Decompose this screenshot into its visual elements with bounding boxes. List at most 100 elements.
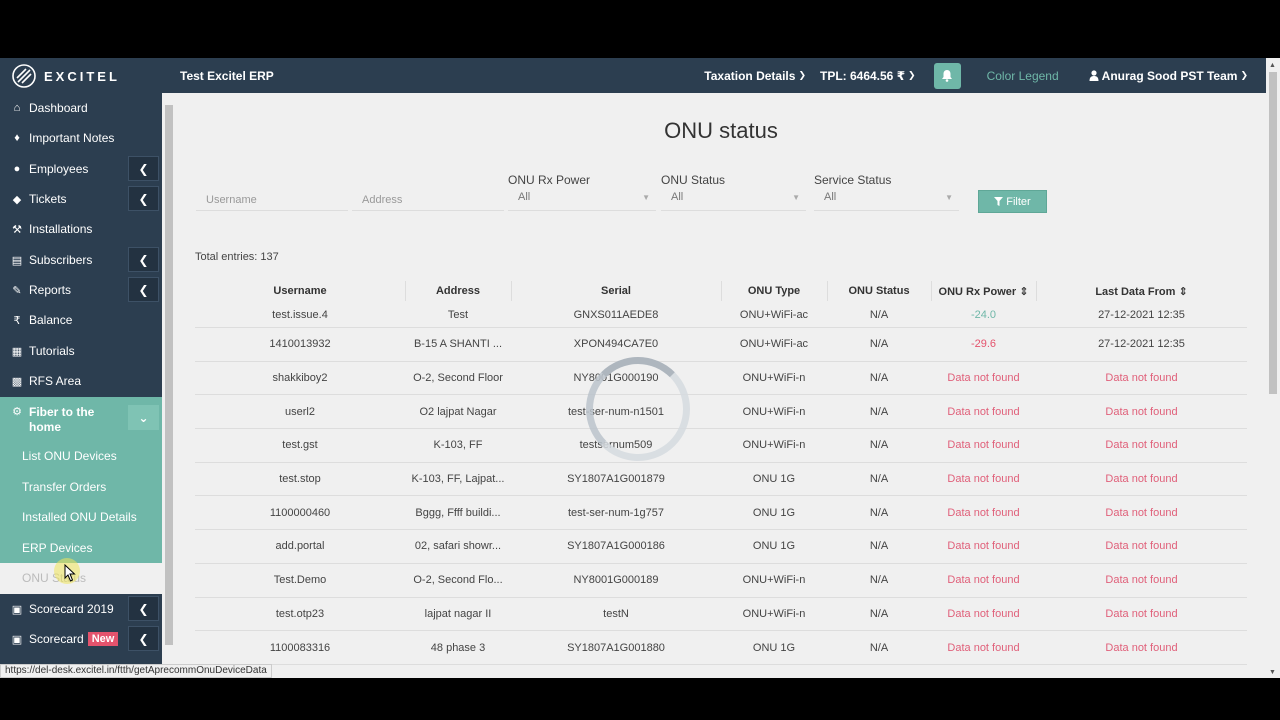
sidebar-item-important-notes[interactable]: ♦ Important Notes	[0, 123, 162, 153]
table-row[interactable]: shakkiboy2 O-2, Second Floor NY8001G000190…	[195, 362, 1247, 396]
sidebar-item-tutorials[interactable]: ▦ Tutorials	[0, 336, 162, 366]
sidebar-item-label: Important Notes	[29, 131, 115, 145]
service-status-select[interactable]: All ▼	[814, 191, 959, 211]
cell-rx-power: -29.6	[970, 338, 997, 351]
table-body: test.issue.4 Test GNXS011AEDE8 ONU+WiFi-ac N…	[195, 303, 1247, 665]
column-header-onu-status[interactable]: ONU Status	[827, 285, 931, 297]
column-header-last-data-from[interactable]: Last Data From ⇕	[1036, 285, 1247, 298]
cell-onu-type: ONU+WiFi-n	[742, 574, 806, 587]
sidebar-item-balance[interactable]: ₹ Balance	[0, 305, 162, 335]
cell-rx-power: Data not found	[947, 372, 1020, 385]
cell-serial: test-ser-num-1g757	[568, 506, 664, 519]
taxation-details-dropdown[interactable]: Taxation Details ❯	[704, 69, 806, 83]
sidebar-item-fiber-to-the-home[interactable]: ⚙ Fiber to the home ⌄	[0, 397, 162, 443]
page-scrollbar-thumb[interactable]	[1269, 72, 1277, 394]
submenu-item-onu-status[interactable]: ONU Status	[0, 563, 162, 594]
navbar-right: Taxation Details ❯ TPL: 6464.56 ₹ ❯ Colo…	[690, 58, 1248, 93]
rx-power-select[interactable]: All ▼	[508, 191, 656, 211]
table-row[interactable]: 1100083316 48 phase 3 SY1807A1G001880 ONU 1…	[195, 631, 1247, 665]
table-row[interactable]: Test.Demo O-2, Second Flo... NY8001G000189…	[195, 564, 1247, 598]
cell-serial: SY1807A1G001879	[567, 473, 665, 486]
cell-serial: NY8001G000189	[573, 574, 659, 587]
column-header-username[interactable]: Username	[195, 285, 405, 297]
chevron-left-icon[interactable]: ❮	[128, 186, 159, 211]
page-scrollbar[interactable]: ▲ ▼	[1266, 58, 1280, 678]
cell-onu-type: ONU+WiFi-n	[742, 405, 806, 418]
chevron-left-icon[interactable]: ❮	[128, 277, 159, 302]
sidebar-item-label: Fiber to the home	[29, 405, 95, 434]
column-header-address[interactable]: Address	[405, 285, 511, 297]
table-row[interactable]: 1410013932 B-15 A SHANTI ... XPON494CA7E0 O…	[195, 328, 1247, 362]
submenu-item-installed-onu-details[interactable]: Installed ONU Details	[0, 502, 162, 533]
sidebar-item-reports[interactable]: ✎ Reports ❮	[0, 275, 162, 305]
service-status-label: Service Status	[814, 173, 892, 187]
sidebar-item-label: Employees	[29, 162, 89, 176]
onu-status-value: All	[671, 191, 684, 203]
sidebar-scrollbar-thumb[interactable]	[165, 105, 173, 645]
submenu-item-erp-devices[interactable]: ERP Devices	[0, 533, 162, 564]
table-row[interactable]: test.issue.4 Test GNXS011AEDE8 ONU+WiFi-ac N…	[195, 303, 1247, 328]
cell-last-data-from: Data not found	[1105, 641, 1178, 654]
sidebar-item-tickets[interactable]: ◆ Tickets ❮	[0, 184, 162, 214]
mouse-cursor-icon	[64, 564, 76, 582]
cell-last-data-from: Data not found	[1105, 372, 1178, 385]
brand-logo[interactable]: EXCITEL	[12, 64, 120, 88]
filter-icon	[994, 197, 1004, 206]
column-header-rx-power[interactable]: ONU Rx Power ⇕	[931, 285, 1036, 298]
sidebar-scrollbar[interactable]	[162, 93, 176, 678]
sidebar-item-employees[interactable]: ● Employees ❮	[0, 154, 162, 184]
cell-onu-status: N/A	[869, 641, 889, 654]
scroll-down-icon[interactable]: ▼	[1269, 669, 1276, 676]
chevron-left-icon[interactable]: ❮	[128, 156, 159, 181]
color-legend-link[interactable]: Color Legend	[987, 69, 1059, 83]
column-header-serial[interactable]: Serial	[511, 285, 721, 297]
cell-onu-type: ONU+WiFi-n	[742, 372, 806, 385]
filter-button-label: Filter	[1006, 195, 1031, 208]
cell-serial: XPON494CA7E0	[573, 338, 659, 351]
chevron-left-icon[interactable]: ❮	[128, 596, 159, 621]
submenu-item-transfer-orders[interactable]: Transfer Orders	[0, 472, 162, 503]
chevron-down-icon[interactable]: ⌄	[128, 405, 159, 430]
cell-username: 1410013932	[269, 338, 331, 351]
sidebar-item-scorecard[interactable]: ▣ Scorecard New ❮	[0, 624, 162, 654]
notification-button[interactable]	[933, 62, 961, 89]
building-icon: ▩	[11, 375, 23, 388]
column-header-onu-type[interactable]: ONU Type	[721, 285, 827, 297]
filter-button[interactable]: Filter	[978, 190, 1047, 213]
caret-down-icon: ▼	[642, 193, 650, 202]
cell-last-data-from: Data not found	[1105, 473, 1178, 486]
sidebar-item-rfs-area[interactable]: ▩ RFS Area	[0, 366, 162, 396]
scroll-up-icon[interactable]: ▲	[1269, 62, 1276, 69]
chevron-down-icon: ❯	[1240, 70, 1248, 80]
chevron-left-icon[interactable]: ❮	[128, 626, 159, 651]
cell-username: test.stop	[279, 473, 321, 486]
table-row[interactable]: test.otp23 lajpat nagar II testN ONU+WiFi-n…	[195, 598, 1247, 632]
loading-spinner-arc	[586, 357, 690, 461]
sidebar-item-label: RFS Area	[29, 374, 82, 388]
table-row[interactable]: test.gst K-103, FF testsernum509 ONU+WiFi-n…	[195, 429, 1247, 463]
table-row[interactable]: add.portal 02, safari showr... SY1807A1G00…	[195, 530, 1247, 564]
top-navbar: EXCITEL Test Excitel ERP Taxation Detail…	[0, 58, 1280, 93]
submenu-item-list-onu-devices[interactable]: List ONU Devices	[0, 441, 162, 472]
user-name: Anurag Sood PST Team	[1101, 68, 1238, 83]
table-row[interactable]: test.stop K-103, FF, Lajpat... SY1807A1G00…	[195, 463, 1247, 497]
cell-onu-status: N/A	[869, 439, 889, 452]
app-title[interactable]: Test Excitel ERP	[180, 69, 274, 83]
table-row[interactable]: userl2 O2 lajpat Nagar test-ser-num-n1501 O…	[195, 395, 1247, 430]
sidebar-item-scorecard-2019[interactable]: ▣ Scorecard 2019 ❮	[0, 594, 162, 624]
rx-power-value: All	[518, 191, 531, 203]
username-filter-input[interactable]	[196, 189, 348, 211]
sidebar-item-dashboard[interactable]: ⌂ Dashboard	[0, 93, 162, 123]
table-row[interactable]: 1100000460 Bggg, Ffff buildi... test-ser-n…	[195, 496, 1247, 531]
user-menu[interactable]: Anurag Sood PST Team ❯	[1089, 69, 1248, 83]
user-icon	[1089, 70, 1099, 81]
cell-onu-status: N/A	[869, 309, 889, 321]
sidebar-item-installations[interactable]: ⚒ Installations	[0, 214, 162, 244]
page-title: ONU status	[664, 118, 778, 143]
chevron-left-icon[interactable]: ❮	[128, 247, 159, 272]
tpl-dropdown[interactable]: TPL: 6464.56 ₹ ❯	[820, 69, 916, 83]
cell-username: 1100083316	[269, 641, 331, 654]
onu-status-select[interactable]: All ▼	[661, 191, 806, 211]
sidebar-item-subscribers[interactable]: ▤ Subscribers ❮	[0, 245, 162, 275]
address-filter-input[interactable]	[352, 189, 504, 211]
